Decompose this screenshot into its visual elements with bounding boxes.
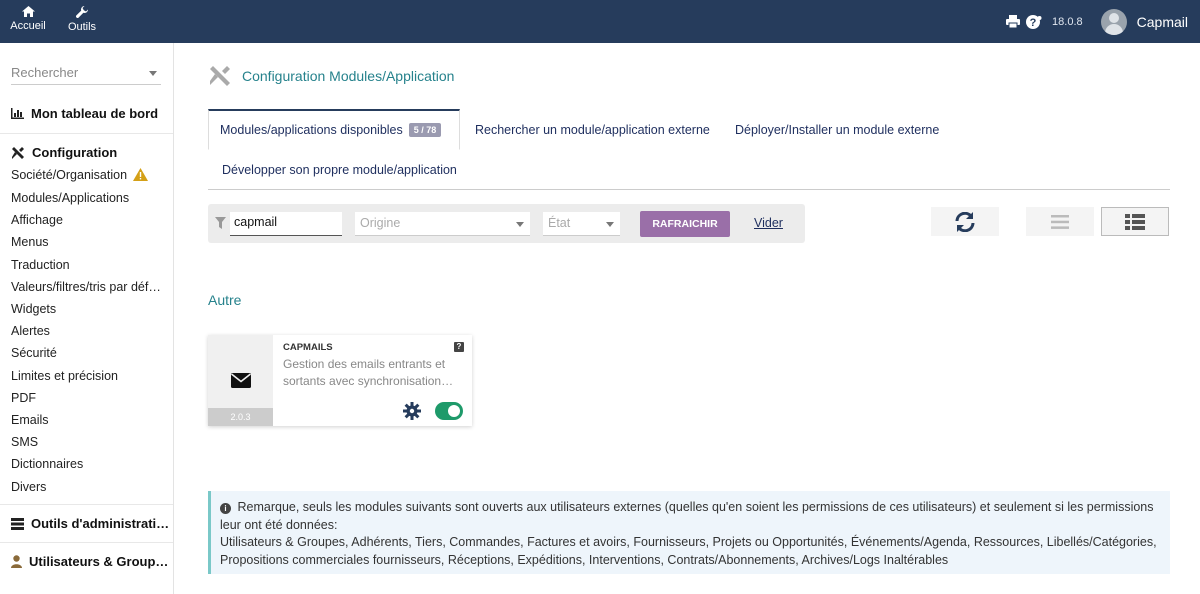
filter-bar: capmail Origine État RAFRAICHIR Vider [208, 204, 805, 243]
main-content: Configuration Modules/Application Module… [175, 43, 1200, 594]
warning-icon [132, 168, 148, 181]
tab-available-modules[interactable]: Modules/applications disponibles 5 / 78 [208, 109, 460, 150]
refresh-button[interactable]: RAFRAICHIR [640, 211, 730, 237]
toggle-knob [448, 405, 460, 417]
search-input[interactable]: capmail [230, 212, 342, 236]
clear-filter-link[interactable]: Vider [754, 216, 783, 230]
nav-tools-label: Outils [67, 21, 97, 33]
sidebar-item-limits[interactable]: Limites et précision [11, 369, 118, 383]
sidebar-search[interactable]: Rechercher [11, 63, 161, 85]
sidebar-item-configuration[interactable]: Configuration [11, 145, 117, 160]
chevron-down-icon [149, 71, 157, 76]
sidebar-item-emails[interactable]: Emails [11, 413, 49, 427]
sidebar-dashboard-label: Mon tableau de bord [31, 106, 159, 121]
grid-list-icon [1125, 213, 1145, 230]
sidebar-item-widgets[interactable]: Widgets [11, 302, 56, 316]
gear-icon[interactable] [403, 402, 421, 420]
page-title-text: Configuration Modules/Application [242, 68, 455, 84]
help-icon[interactable]: ? [1026, 14, 1042, 29]
sidebar-item-defaults[interactable]: Valeurs/filtres/tris par déf… [11, 280, 161, 294]
module-enable-toggle[interactable] [435, 402, 463, 420]
divider [0, 542, 173, 543]
info-icon: i [220, 503, 231, 514]
home-icon [21, 6, 35, 17]
sync-button[interactable] [931, 207, 999, 236]
sidebar-item-dictionaries[interactable]: Dictionnaires [11, 457, 83, 471]
sidebar-admin-label: Outils d'administrati… [31, 516, 170, 531]
section-title: Autre [208, 292, 242, 308]
module-description: Gestion des emails entrants et sortants … [283, 357, 454, 388]
sidebar-item-alerts[interactable]: Alertes [11, 324, 50, 338]
sidebar-item-display[interactable]: Affichage [11, 213, 63, 227]
note-list: Utilisateurs & Groupes, Adhérents, Tiers… [220, 535, 1157, 567]
divider [0, 133, 173, 134]
chevron-down-icon [606, 222, 614, 227]
user-icon [11, 555, 22, 568]
origin-placeholder: Origine [360, 216, 401, 230]
top-navbar: Accueil Outils ? 18.0.8 Capmail [0, 0, 1200, 43]
note-intro: Remarque, seuls les modules suivants son… [220, 500, 1154, 532]
tools-icon [210, 66, 230, 86]
sidebar-item-menus[interactable]: Menus [11, 235, 49, 249]
nav-tools[interactable]: Outils [58, 6, 106, 33]
help-icon[interactable]: ? [454, 342, 464, 352]
tab-develop-module[interactable]: Développer son propre module/application [222, 163, 457, 177]
chevron-down-icon [516, 222, 524, 227]
sidebar-search-placeholder: Rechercher [11, 65, 79, 80]
sidebar-item-security[interactable]: Sécurité [11, 346, 57, 360]
print-icon[interactable] [1006, 15, 1021, 28]
sidebar-item-modules[interactable]: Modules/Applications [11, 191, 129, 205]
sidebar-item-sms[interactable]: SMS [11, 435, 38, 449]
module-name: CAPMAILS [283, 342, 333, 353]
sidebar: Rechercher Mon tableau de bord Configura… [0, 43, 174, 594]
list-icon [1051, 214, 1069, 229]
module-card-image: 2.0.3 [208, 335, 273, 426]
state-select[interactable]: État [543, 212, 620, 236]
tab-deploy-external[interactable]: Déployer/Installer un module externe [735, 123, 939, 137]
sidebar-item-dashboard[interactable]: Mon tableau de bord [11, 106, 158, 121]
svg-text:?: ? [1030, 17, 1037, 29]
module-card[interactable]: 2.0.3 CAPMAILS ? Gestion des emails entr… [208, 335, 472, 426]
page-title: Configuration Modules/Application [208, 65, 454, 87]
info-note: i Remarque, seuls les modules suivants s… [208, 491, 1170, 574]
count-badge: 5 / 78 [408, 123, 442, 137]
state-placeholder: État [548, 216, 571, 230]
tab-search-external[interactable]: Rechercher un module/application externe [475, 123, 710, 137]
divider [0, 504, 173, 505]
sidebar-item-translation[interactable]: Traduction [11, 258, 70, 272]
origin-select[interactable]: Origine [355, 212, 530, 236]
wrench-icon [76, 6, 88, 18]
list-view-button[interactable] [1026, 207, 1094, 236]
sidebar-item-company[interactable]: Société/Organisation [11, 168, 148, 182]
nav-home[interactable]: Accueil [4, 6, 52, 32]
refresh-icon [955, 211, 975, 232]
sidebar-item-admin-tools[interactable]: Outils d'administrati… [11, 516, 169, 531]
card-view-button[interactable] [1101, 207, 1169, 236]
version-label: 18.0.8 [1052, 15, 1083, 28]
nav-home-label: Accueil [10, 20, 46, 32]
sidebar-item-pdf[interactable]: PDF [11, 391, 36, 405]
bar-chart-icon [11, 108, 24, 119]
tab-bar: Modules/applications disponibles 5 / 78 R… [208, 109, 1170, 190]
tools-icon [12, 146, 24, 159]
module-version: 2.0.3 [208, 408, 273, 426]
tab-label: Modules/applications disponibles [220, 123, 403, 137]
sidebar-item-label: Société/Organisation [11, 168, 128, 182]
sidebar-item-misc[interactable]: Divers [11, 480, 46, 494]
sidebar-item-users-groups[interactable]: Utilisateurs & Group… [11, 554, 168, 569]
user-avatar[interactable] [1100, 8, 1127, 35]
filter-icon [215, 217, 226, 229]
user-name[interactable]: Capmail [1137, 14, 1188, 30]
envelope-icon [231, 373, 251, 388]
server-icon [11, 517, 24, 530]
sidebar-users-label: Utilisateurs & Group… [29, 554, 169, 569]
sidebar-config-label: Configuration [32, 145, 118, 160]
